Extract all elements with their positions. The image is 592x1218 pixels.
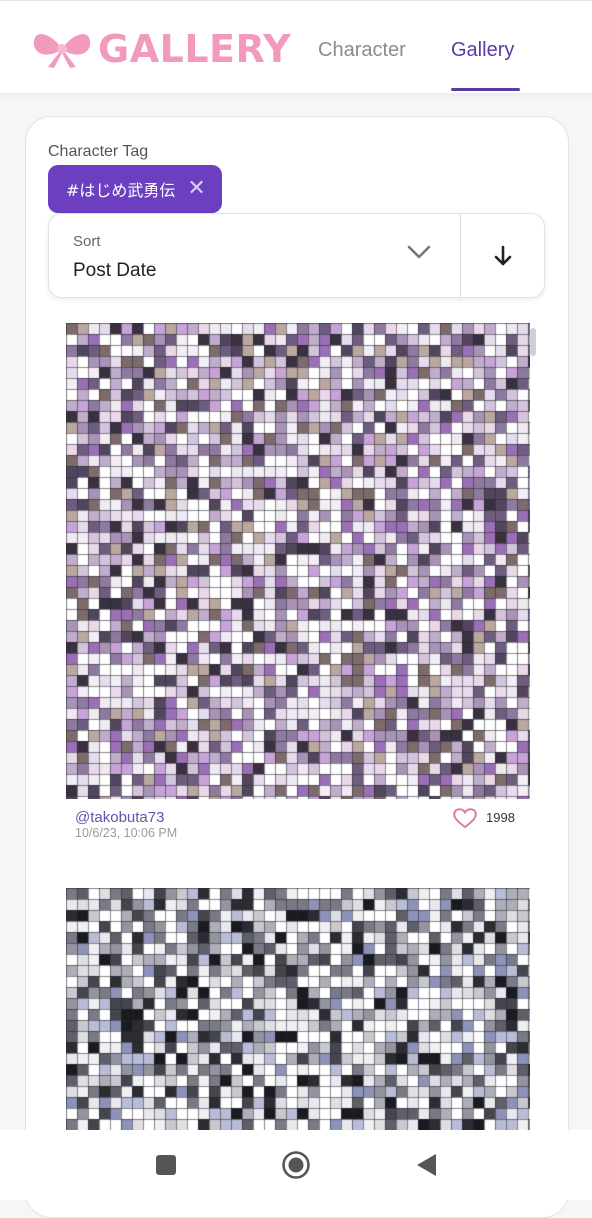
circle-icon <box>282 1151 310 1179</box>
active-tab-indicator <box>451 88 520 91</box>
app-header: GALLERY Character Gallery <box>0 0 592 93</box>
like-count: 1998 <box>486 810 515 825</box>
tab-character[interactable]: Character <box>318 37 406 63</box>
arrow-down-icon <box>494 245 511 265</box>
heart-icon[interactable] <box>452 807 478 829</box>
post-image[interactable] <box>66 323 530 799</box>
pixelated-artwork <box>66 888 530 1130</box>
close-icon[interactable]: ✕ <box>187 178 205 200</box>
back-button[interactable] <box>396 1130 456 1200</box>
triangle-left-icon <box>417 1154 436 1176</box>
app-logo[interactable]: GALLERY <box>30 27 291 71</box>
sort-direction-button[interactable] <box>461 214 544 297</box>
post-date: 10/6/23, 10:06 PM <box>75 826 178 840</box>
scrollbar[interactable] <box>530 328 536 356</box>
chevron-down-icon <box>407 245 431 259</box>
tag-chip-label: #はじめ武勇伝 <box>66 181 176 200</box>
recent-apps-button[interactable] <box>136 1130 196 1200</box>
tab-gallery[interactable]: Gallery <box>451 37 514 63</box>
logo-text: GALLERY <box>98 27 292 71</box>
sort-select[interactable]: Sort Post Date <box>48 213 545 298</box>
post-author[interactable]: @takobuta73 <box>75 809 164 826</box>
square-icon <box>156 1155 176 1175</box>
sort-label: Sort <box>73 233 101 250</box>
ribbon-icon <box>33 34 91 68</box>
post-image[interactable] <box>66 888 530 1130</box>
system-nav-bar <box>0 1130 592 1200</box>
selected-tag-chip[interactable]: #はじめ武勇伝 ✕ <box>48 165 222 213</box>
pixelated-artwork <box>66 323 530 799</box>
home-button[interactable] <box>266 1130 326 1200</box>
character-tag-label: Character Tag <box>48 143 149 160</box>
sort-value: Post Date <box>73 260 157 281</box>
